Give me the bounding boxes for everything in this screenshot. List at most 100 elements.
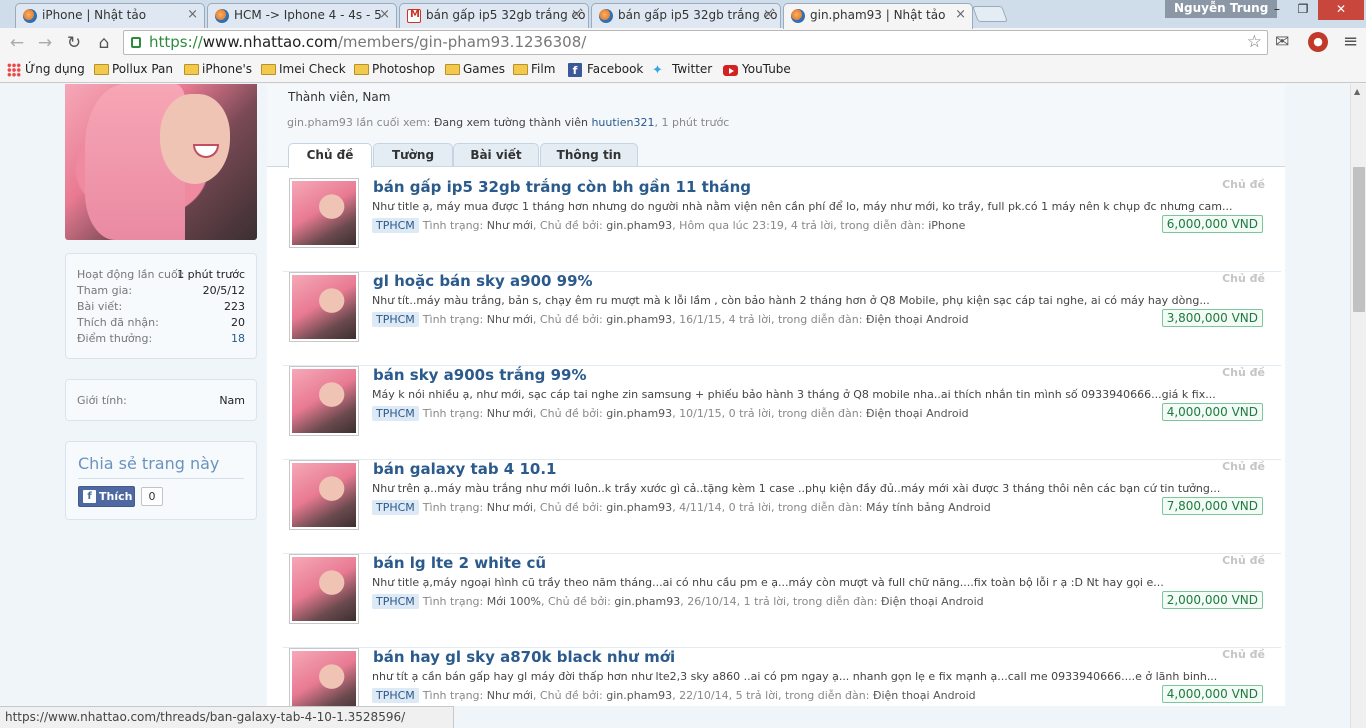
bookmark-photoshop[interactable]: Photoshop xyxy=(352,62,435,76)
forum-link[interactable]: Điện thoại Android xyxy=(873,689,976,702)
forum-link[interactable]: Máy tính bảng Android xyxy=(866,501,991,514)
browser-tab-1[interactable]: iPhone | Nhật tảo × xyxy=(15,3,205,28)
bookmark-imei-check[interactable]: Imei Check xyxy=(259,62,346,76)
forum-label: , trong diễn đàn: xyxy=(771,407,863,420)
vertical-scrollbar[interactable]: ▲ xyxy=(1350,84,1366,728)
bookmark-label: Photoshop xyxy=(372,62,436,76)
browser-tab-2[interactable]: HCM -> Iphone 4 - 4s - 5 × xyxy=(207,3,397,28)
like-label: Thích xyxy=(99,490,133,503)
minimize-button[interactable]: – xyxy=(1264,0,1290,20)
thread-replies: , 1 trả lời xyxy=(736,595,787,608)
thread-title-link[interactable]: bán gấp ip5 32gb trắng còn bh gần 11 thá… xyxy=(373,178,751,196)
thread-thumbnail[interactable] xyxy=(289,366,359,436)
stat-value: 1 phút trước xyxy=(177,268,245,281)
thread-prefix-badge[interactable]: TPHCM xyxy=(372,406,419,421)
starter-link[interactable]: gin.pham93 xyxy=(606,313,672,326)
thread-snippet: Như trên ạ..máy màu trắng như mới luôn..… xyxy=(372,482,1221,495)
bookmark-label: Ứng dụng xyxy=(25,62,85,76)
bookmark-label: Twitter xyxy=(672,62,713,76)
browser-tab-5[interactable]: gin.pham93 | Nhật tảo × xyxy=(783,3,973,29)
forum-label: , trong diễn đàn: xyxy=(786,595,878,608)
forum-link[interactable]: Điện thoại Android xyxy=(866,407,969,420)
thread-title-link[interactable]: bán sky a900s trắng 99% xyxy=(373,366,586,384)
thread-prefix-badge[interactable]: TPHCM xyxy=(372,688,419,703)
reload-icon[interactable]: ↻ xyxy=(63,32,85,54)
tab-close-icon[interactable]: × xyxy=(955,7,966,22)
back-arrow-icon[interactable]: ← xyxy=(6,32,28,54)
bookmark-twitter[interactable]: ✦ Twitter xyxy=(652,62,713,78)
thread-thumbnail[interactable] xyxy=(289,460,359,530)
browser-tab-3[interactable]: bán gấp ip5 32gb trắng cò × xyxy=(399,3,589,28)
bookmark-pollux-pan[interactable]: Pollux Pan xyxy=(92,62,173,76)
share-title: Chia sẻ trang này xyxy=(78,454,244,479)
thread-title-link[interactable]: bán hay gl sky a870k black như mới xyxy=(373,648,675,666)
tabs-divider xyxy=(267,166,1285,167)
bookmark-youtube[interactable]: YouTube xyxy=(722,62,791,76)
scrollbar-thumb[interactable] xyxy=(1353,167,1365,312)
thread-thumbnail[interactable] xyxy=(289,178,359,248)
youtube-icon xyxy=(723,65,738,76)
forum-link[interactable]: Điện thoại Android xyxy=(866,313,969,326)
thread-prefix-badge[interactable]: TPHCM xyxy=(372,594,419,609)
condition-value: Mới 100% xyxy=(486,595,541,608)
window-close-button[interactable]: ✕ xyxy=(1318,0,1364,20)
avatar-face xyxy=(160,94,230,184)
thread-title-link[interactable]: gl hoặc bán sky a900 99% xyxy=(373,272,593,290)
thread-thumbnail[interactable] xyxy=(289,648,359,706)
bookmark-star-icon[interactable]: ☆ xyxy=(1247,31,1262,54)
browser-tab-4[interactable]: bán gấp ip5 32gb trắng cò × xyxy=(591,3,781,28)
condition-value: Như mới xyxy=(486,407,533,420)
like-count: 0 xyxy=(141,487,163,506)
bookmark-label: Facebook xyxy=(587,62,644,76)
tab-wall[interactable]: Tường xyxy=(373,143,453,167)
thread-prefix-badge[interactable]: TPHCM xyxy=(372,500,419,515)
last-seen-time: , 1 phút trước xyxy=(654,116,730,129)
mail-icon[interactable]: ✉ xyxy=(1275,32,1289,52)
facebook-like-button[interactable]: f Thích xyxy=(78,486,135,507)
forward-arrow-icon[interactable]: → xyxy=(34,32,56,54)
stat-label: Hoạt động lần cuối: xyxy=(77,268,185,281)
starter-link[interactable]: gin.pham93 xyxy=(606,219,672,232)
thread-thumbnail[interactable] xyxy=(289,272,359,342)
forum-link[interactable]: Điện thoại Android xyxy=(881,595,984,608)
thread-item: bán galaxy tab 4 10.1 Như trên ạ..máy mà… xyxy=(283,460,1281,554)
stat-value[interactable]: 223 xyxy=(224,300,245,313)
folder-icon xyxy=(94,64,109,75)
thread-type-label: Chủ đề xyxy=(1222,460,1265,473)
new-tab-button[interactable] xyxy=(972,6,1008,22)
browser-user-badge[interactable]: Nguyễn Trung xyxy=(1165,0,1278,18)
tab-close-icon[interactable]: × xyxy=(187,7,198,22)
address-bar[interactable]: https://www.nhattao.com/members/gin-pham… xyxy=(123,30,1268,55)
forum-link[interactable]: iPhone xyxy=(928,219,965,232)
tab-close-icon[interactable]: × xyxy=(571,7,582,22)
last-seen-user-link[interactable]: huutien321 xyxy=(591,116,654,129)
thread-prefix-badge[interactable]: TPHCM xyxy=(372,312,419,327)
menu-icon[interactable]: ≡ xyxy=(1343,31,1358,52)
starter-link[interactable]: gin.pham93 xyxy=(606,689,672,702)
profile-avatar[interactable] xyxy=(65,84,257,240)
bookmark-film[interactable]: Film xyxy=(511,62,555,76)
home-icon[interactable]: ⌂ xyxy=(93,32,115,54)
starter-link[interactable]: gin.pham93 xyxy=(614,595,680,608)
stat-value[interactable]: 18 xyxy=(231,332,245,345)
bookmark-iphones[interactable]: iPhone's xyxy=(182,62,252,76)
maximize-button[interactable]: ❐ xyxy=(1290,0,1316,20)
tab-close-icon[interactable]: × xyxy=(379,7,390,22)
facebook-icon: f xyxy=(568,63,582,77)
tab-posts[interactable]: Bài viết xyxy=(453,143,539,167)
tab-close-icon[interactable]: × xyxy=(763,7,774,22)
main-content: Thành viên, Nam gin.pham93 lần cuối xem:… xyxy=(267,84,1285,706)
extension-icon[interactable]: ● xyxy=(1308,32,1328,52)
bookmark-apps[interactable]: Ứng dụng xyxy=(5,62,85,77)
tab-threads[interactable]: Chủ đề xyxy=(288,143,372,168)
starter-link[interactable]: gin.pham93 xyxy=(606,407,672,420)
scroll-up-arrow-icon[interactable]: ▲ xyxy=(1354,87,1360,96)
thread-thumbnail[interactable] xyxy=(289,554,359,624)
thread-prefix-badge[interactable]: TPHCM xyxy=(372,218,419,233)
thread-title-link[interactable]: bán lg lte 2 white cũ xyxy=(373,554,546,572)
bookmark-facebook[interactable]: f Facebook xyxy=(567,62,644,77)
thread-title-link[interactable]: bán galaxy tab 4 10.1 xyxy=(373,460,556,478)
starter-link[interactable]: gin.pham93 xyxy=(606,501,672,514)
bookmark-games[interactable]: Games xyxy=(443,62,505,76)
tab-info[interactable]: Thông tin xyxy=(540,143,638,167)
